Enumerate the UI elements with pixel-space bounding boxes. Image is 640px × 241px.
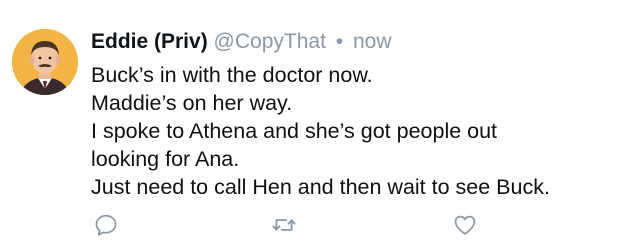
retweet-arrows-icon: [272, 219, 296, 231]
tweet-line: Buck’s in with the doctor now.: [91, 63, 373, 87]
tweet-line: Maddie’s on her way.: [91, 91, 293, 115]
speech-bubble-icon: [95, 214, 117, 236]
retweet-button[interactable]: [271, 212, 299, 240]
separator-dot: •: [335, 30, 344, 53]
tweet-text: Buck’s in with the doctor now. Maddie’s …: [91, 61, 631, 201]
tweet-card[interactable]: Eddie (Priv) @CopyThat • now Buck’s in w…: [0, 0, 640, 241]
heart-outline-icon: [454, 215, 476, 235]
display-name[interactable]: Eddie (Priv): [91, 30, 208, 53]
tweet-line: Just need to call Hen and then wait to s…: [91, 175, 550, 199]
tweet-header: Eddie (Priv) @CopyThat • now: [91, 29, 392, 55]
user-handle[interactable]: @CopyThat: [214, 30, 326, 53]
like-button[interactable]: [452, 212, 480, 240]
tweet-line: looking for Ana.: [91, 147, 240, 171]
tweet-actions: [91, 212, 491, 240]
avatar[interactable]: [12, 29, 78, 95]
tweet-line: I spoke to Athena and she’s got people o…: [91, 119, 498, 143]
avatar-illustration: [12, 29, 78, 95]
timestamp[interactable]: now: [353, 30, 392, 53]
reply-button[interactable]: [93, 212, 121, 240]
